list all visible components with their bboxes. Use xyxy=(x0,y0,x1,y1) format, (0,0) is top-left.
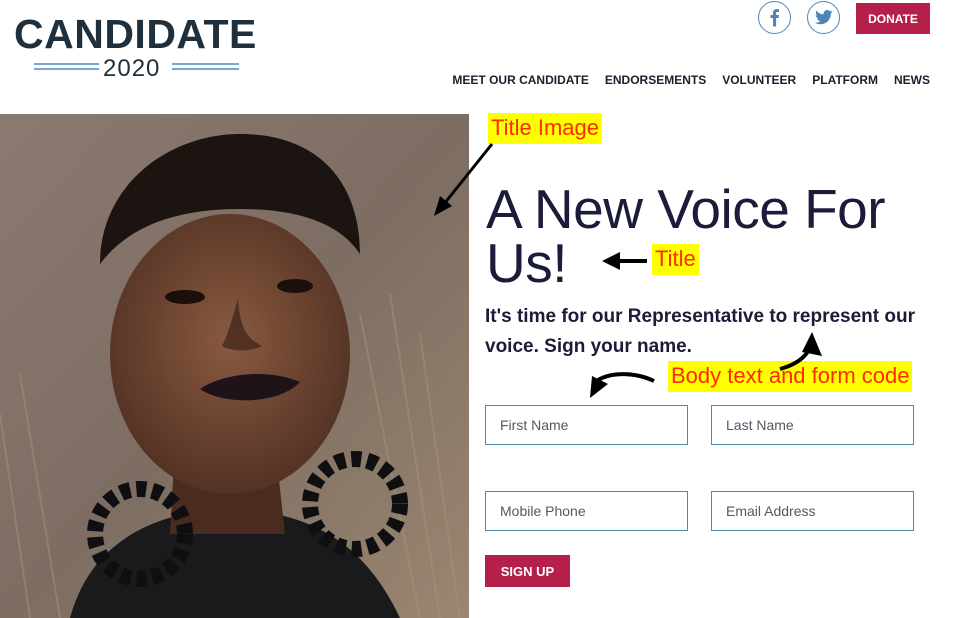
facebook-link[interactable] xyxy=(758,1,791,34)
logo-wordmark: CANDIDATE xyxy=(14,11,257,57)
facebook-icon xyxy=(770,8,779,26)
annotation-body-form: Body text and form code xyxy=(668,361,913,392)
hero-image xyxy=(0,114,469,618)
nav-item-news[interactable]: NEWS xyxy=(894,73,930,87)
logo-divider xyxy=(34,63,99,65)
arrow-icon xyxy=(590,372,655,398)
logo-divider xyxy=(172,68,239,70)
donate-button[interactable]: DONATE xyxy=(856,3,930,34)
first-name-field[interactable] xyxy=(485,405,688,445)
portrait-illustration xyxy=(0,114,469,618)
twitter-icon xyxy=(814,10,833,25)
hero-title: A New Voice For Us! xyxy=(486,178,886,294)
site-logo[interactable]: CANDIDATE 2020 xyxy=(14,14,264,84)
landing-page: CANDIDATE 2020 DONATE MEET OUR CANDIDATE… xyxy=(0,0,954,618)
main-nav: MEET OUR CANDIDATE ENDORSEMENTS VOLUNTEE… xyxy=(452,73,930,87)
twitter-link[interactable] xyxy=(807,1,840,34)
nav-item-meet-our-candidate[interactable]: MEET OUR CANDIDATE xyxy=(452,73,588,87)
annotation-title: Title xyxy=(652,244,699,275)
last-name-field[interactable] xyxy=(711,405,914,445)
mobile-phone-field[interactable] xyxy=(485,491,688,531)
logo-year: 2020 xyxy=(103,55,161,82)
logo-divider xyxy=(172,63,239,65)
email-address-field[interactable] xyxy=(711,491,914,531)
hero-body-text: It's time for our Representative to repr… xyxy=(485,306,916,357)
sign-up-button[interactable]: SIGN UP xyxy=(485,555,570,587)
nav-item-platform[interactable]: PLATFORM xyxy=(812,73,878,87)
logo-divider xyxy=(34,68,99,70)
annotation-title-image: Title Image xyxy=(488,113,603,144)
nav-item-volunteer[interactable]: VOLUNTEER xyxy=(722,73,796,87)
nav-item-endorsements[interactable]: ENDORSEMENTS xyxy=(605,73,706,87)
